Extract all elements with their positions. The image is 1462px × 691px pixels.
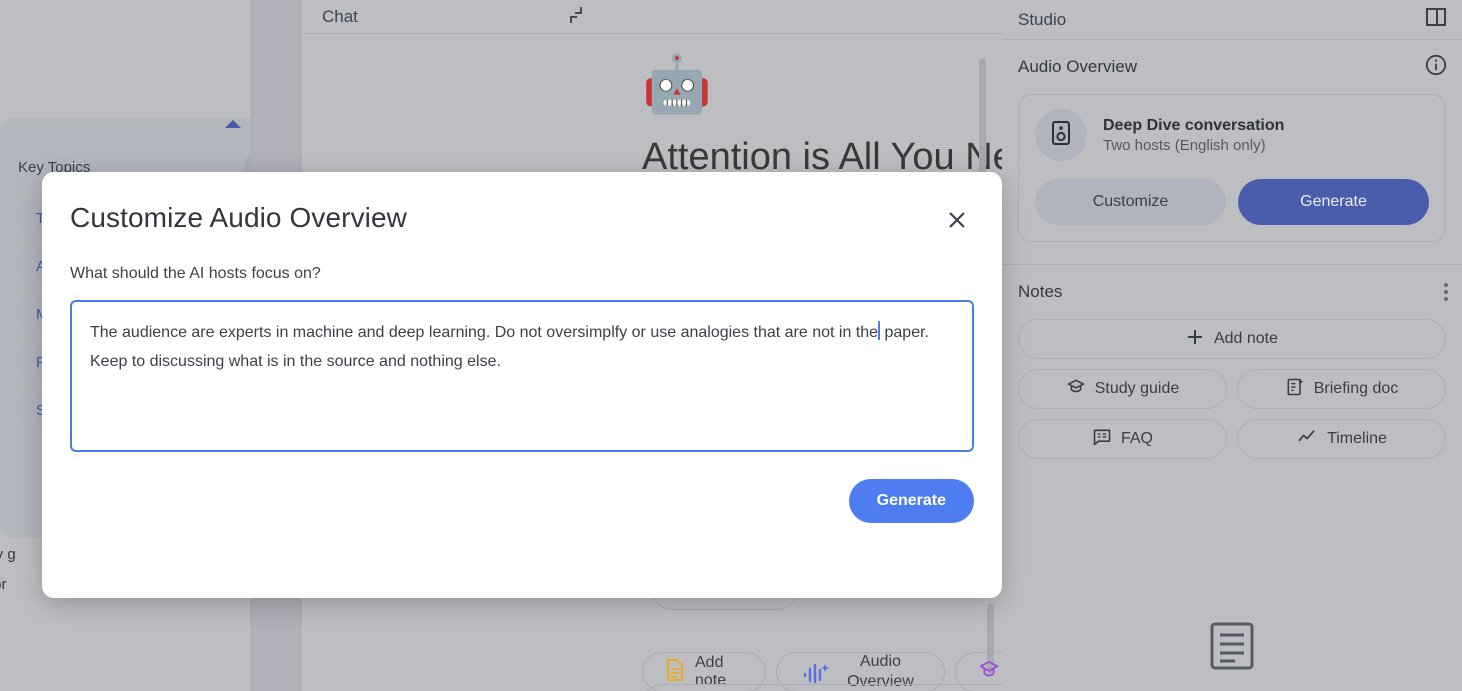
textarea-text-before-caret: The audience are experts in machine and … xyxy=(90,324,879,341)
dialog-title-row: Customize Audio Overview xyxy=(70,202,974,238)
notebooklm-app: Key Topics T A M P S reby g ly for Chat … xyxy=(0,0,1462,691)
dialog-title: Customize Audio Overview xyxy=(70,202,407,233)
dialog-footer: Generate xyxy=(70,479,974,523)
customize-audio-overview-dialog: Customize Audio Overview What should the… xyxy=(42,172,1002,598)
close-button[interactable] xyxy=(940,204,974,238)
close-icon xyxy=(947,210,967,233)
focus-textarea[interactable]: The audience are experts in machine and … xyxy=(70,300,974,452)
generate-button-dialog[interactable]: Generate xyxy=(848,479,974,523)
focus-question-label: What should the AI hosts focus on? xyxy=(70,265,321,282)
focus-textarea-value: The audience are experts in machine and … xyxy=(90,318,954,376)
